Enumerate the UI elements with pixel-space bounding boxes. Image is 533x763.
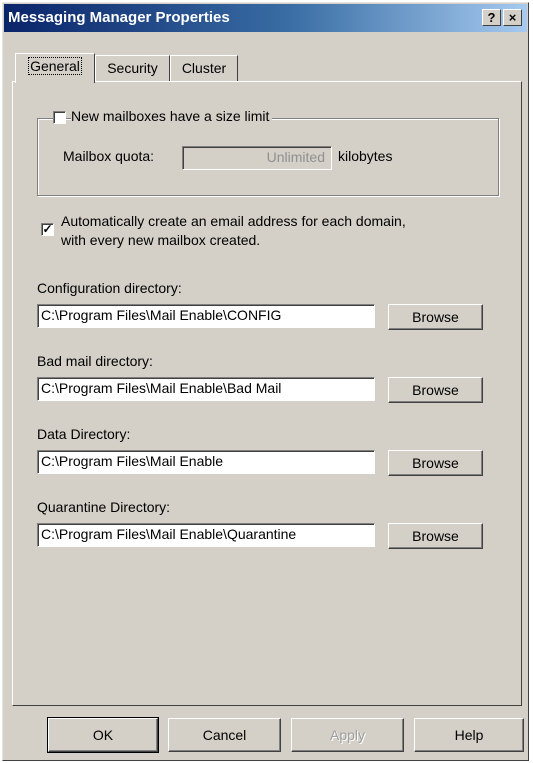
size-limit-checkbox[interactable] — [53, 111, 66, 124]
ok-button[interactable]: OK — [47, 717, 159, 753]
help-icon[interactable]: ? — [482, 9, 501, 26]
properties-dialog: Messaging Manager Properties ? × General… — [2, 2, 529, 761]
apply-button[interactable]: Apply — [291, 718, 404, 752]
tab-general[interactable]: General — [15, 53, 95, 83]
close-icon[interactable]: × — [503, 9, 522, 26]
tab-cluster-label: Cluster — [181, 60, 227, 76]
help-button[interactable]: Help — [414, 718, 524, 752]
size-limit-label: New mailboxes have a size limit — [71, 108, 273, 124]
title-bar[interactable]: Messaging Manager Properties ? × — [4, 4, 527, 32]
window-title: Messaging Manager Properties — [8, 9, 230, 26]
tab-cluster[interactable]: Cluster — [170, 55, 238, 81]
tab-security[interactable]: Security — [95, 55, 170, 81]
general-tab-panel — [12, 81, 522, 706]
tab-security-label: Security — [107, 60, 158, 76]
tab-general-label: General — [28, 57, 82, 75]
cancel-button[interactable]: Cancel — [168, 718, 281, 752]
